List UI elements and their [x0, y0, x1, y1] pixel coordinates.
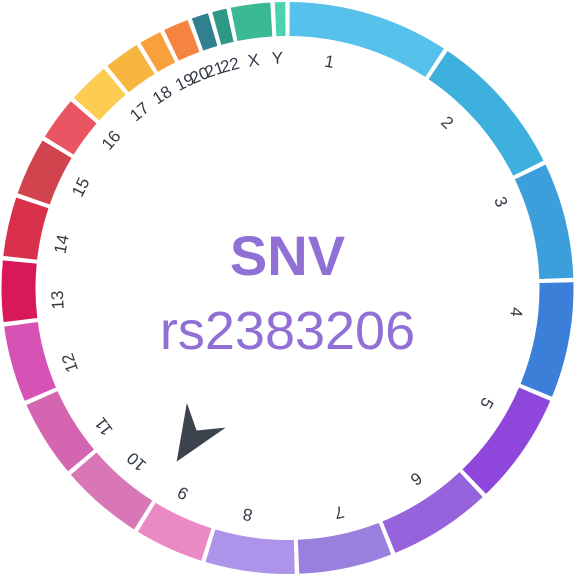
chromosome-label-16: 16	[98, 127, 125, 154]
chromosome-segment-8[interactable]	[205, 529, 295, 574]
chromosome-label-11: 11	[91, 414, 117, 440]
chromosome-segment-X[interactable]	[230, 2, 273, 42]
chromosome-label-Y: Y	[271, 48, 283, 67]
chromosome-label-6: 6	[407, 468, 425, 489]
chromosome-segment-15[interactable]	[17, 140, 72, 205]
chromosome-label-3: 3	[490, 194, 511, 210]
chromosome-segment-Y[interactable]	[274, 2, 286, 37]
chromosome-label-15: 15	[68, 175, 93, 200]
chromosome-label-7: 7	[332, 502, 346, 523]
chromosome-segment-1[interactable]	[289, 2, 444, 78]
chromosome-segment-5[interactable]	[462, 387, 551, 494]
chromosome-segment-7[interactable]	[297, 522, 392, 574]
position-marker-icon	[176, 402, 226, 462]
variant-id-label: rs2383206	[159, 301, 416, 361]
genome-wheel: 1 2 3 4 5 6 7 8 9 10 11 12 13 14 15 16 17 18 19 20 21 22 X Y SN…	[0, 0, 575, 576]
chromosome-label-X: X	[246, 50, 260, 70]
chromosome-label-18: 18	[149, 82, 175, 108]
chromosome-label-9: 9	[175, 482, 192, 503]
chromosome-segment-2[interactable]	[428, 51, 544, 176]
chromosome-segment-9[interactable]	[137, 502, 212, 561]
chromosome-label-2: 2	[437, 112, 457, 132]
variant-type-label: SNV	[229, 224, 346, 287]
chromosome-segment-11[interactable]	[26, 391, 95, 472]
chromosome-label-8: 8	[241, 504, 254, 524]
chromosome-label-5: 5	[476, 394, 497, 412]
chromosome-label-1: 1	[323, 52, 336, 72]
chromosome-segment-6[interactable]	[382, 472, 483, 553]
chromosome-label-10: 10	[123, 448, 150, 475]
chromosome-label-17: 17	[126, 98, 153, 125]
chromosome-label-22: 22	[218, 54, 241, 77]
chromosome-ring: 12345678910111213141516171819202122 X Y	[1, 2, 574, 574]
